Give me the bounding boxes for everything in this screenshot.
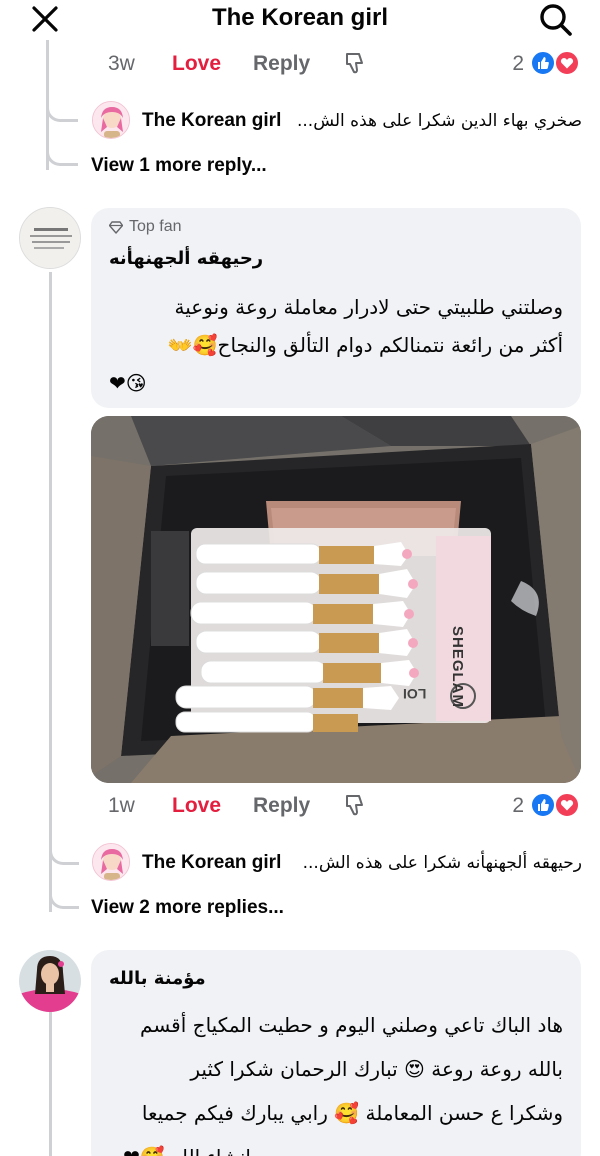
- diamond-icon: [109, 221, 123, 234]
- avatar[interactable]: [92, 843, 130, 881]
- comment-actions: 1w Love Reply 2: [0, 790, 600, 824]
- reaction-count: 2: [512, 52, 524, 75]
- reply-button[interactable]: Reply: [253, 794, 310, 818]
- comment-text-line: وصلتني طلبيتي حتى لادرار معاملة روعة ونو…: [174, 295, 563, 319]
- comment-author[interactable]: مؤمنة بالله: [109, 968, 206, 989]
- dislike-icon[interactable]: [342, 792, 368, 818]
- comment-text-line: انشاء الله 🥰❤: [123, 1138, 251, 1156]
- comment-text-line: وشكرا ع حسن المعاملة 🥰 رابي يبارك فيكم ج…: [141, 1101, 563, 1125]
- comment-text-line: ❤😘: [109, 371, 147, 395]
- page-title: The Korean girl: [211, 4, 389, 31]
- reply-button[interactable]: Reply: [253, 52, 310, 76]
- love-button[interactable]: Love: [172, 52, 221, 76]
- comment-timestamp: 1w: [108, 794, 135, 817]
- like-reaction-icon[interactable]: [530, 50, 556, 76]
- box-photo-illustration: [91, 416, 581, 783]
- badge-label: Top fan: [129, 218, 182, 235]
- thread-connector: [46, 140, 78, 166]
- reply-author[interactable]: The Korean girl: [142, 852, 281, 874]
- dislike-icon[interactable]: [342, 50, 368, 76]
- avatar[interactable]: [92, 101, 130, 139]
- top-bar: The Korean girl: [0, 0, 600, 40]
- reply-author[interactable]: The Korean girl: [142, 110, 281, 132]
- comment-text-line: بالله روعة روعة 😍 تبارك الرحمان شكرا كثي…: [190, 1057, 563, 1081]
- photo-brand-label: LOI: [403, 686, 427, 702]
- heart-reaction-icon[interactable]: [554, 50, 580, 76]
- thread-line: [49, 1012, 52, 1156]
- search-icon[interactable]: [538, 2, 574, 38]
- reply-preview[interactable]: The Korean girl صخري بهاء الدين شكرا على…: [0, 101, 600, 143]
- avatar[interactable]: [19, 950, 81, 1012]
- comment-bubble[interactable]: Top fan رحيهقه ألجهنهأنه وصلتني طلبيتي ح…: [91, 208, 581, 408]
- comment-bubble[interactable]: مؤمنة بالله هاد الباك تاعي وصلني اليوم و…: [91, 950, 581, 1156]
- photo-brand-label: SHEGLAM: [449, 626, 466, 708]
- comment-author[interactable]: رحيهقه ألجهنهأنه: [109, 248, 263, 269]
- reply-preview[interactable]: The Korean girl رحيهقه ألجهنهأنه شكرا عل…: [0, 843, 600, 885]
- comment-text-line: أكثر من رائعة نتمنالكم دوام التألق والنج…: [167, 333, 563, 357]
- reply-text: صخري بهاء الدين شكرا على هذه الش...: [296, 111, 582, 131]
- thread-line: [49, 272, 52, 784]
- love-button[interactable]: Love: [172, 794, 221, 818]
- like-reaction-icon[interactable]: [530, 792, 556, 818]
- heart-reaction-icon[interactable]: [554, 792, 580, 818]
- view-more-replies-link[interactable]: View 2 more replies...: [91, 897, 284, 919]
- comment-timestamp: 3w: [108, 52, 135, 75]
- reaction-count: 2: [512, 794, 524, 817]
- comment-photo[interactable]: SHEGLAM LOI: [91, 416, 581, 783]
- comment-text-line: هاد الباك تاعي وصلني اليوم و حطيت المكيا…: [140, 1013, 563, 1037]
- view-more-replies-link[interactable]: View 1 more reply...: [91, 155, 267, 177]
- avatar[interactable]: [19, 207, 81, 269]
- top-fan-badge: Top fan: [109, 218, 181, 236]
- comment-actions: 3w Love Reply 2: [0, 48, 600, 82]
- reply-text: رحيهقه ألجهنهأنه شكرا على هذه الش...: [302, 853, 582, 873]
